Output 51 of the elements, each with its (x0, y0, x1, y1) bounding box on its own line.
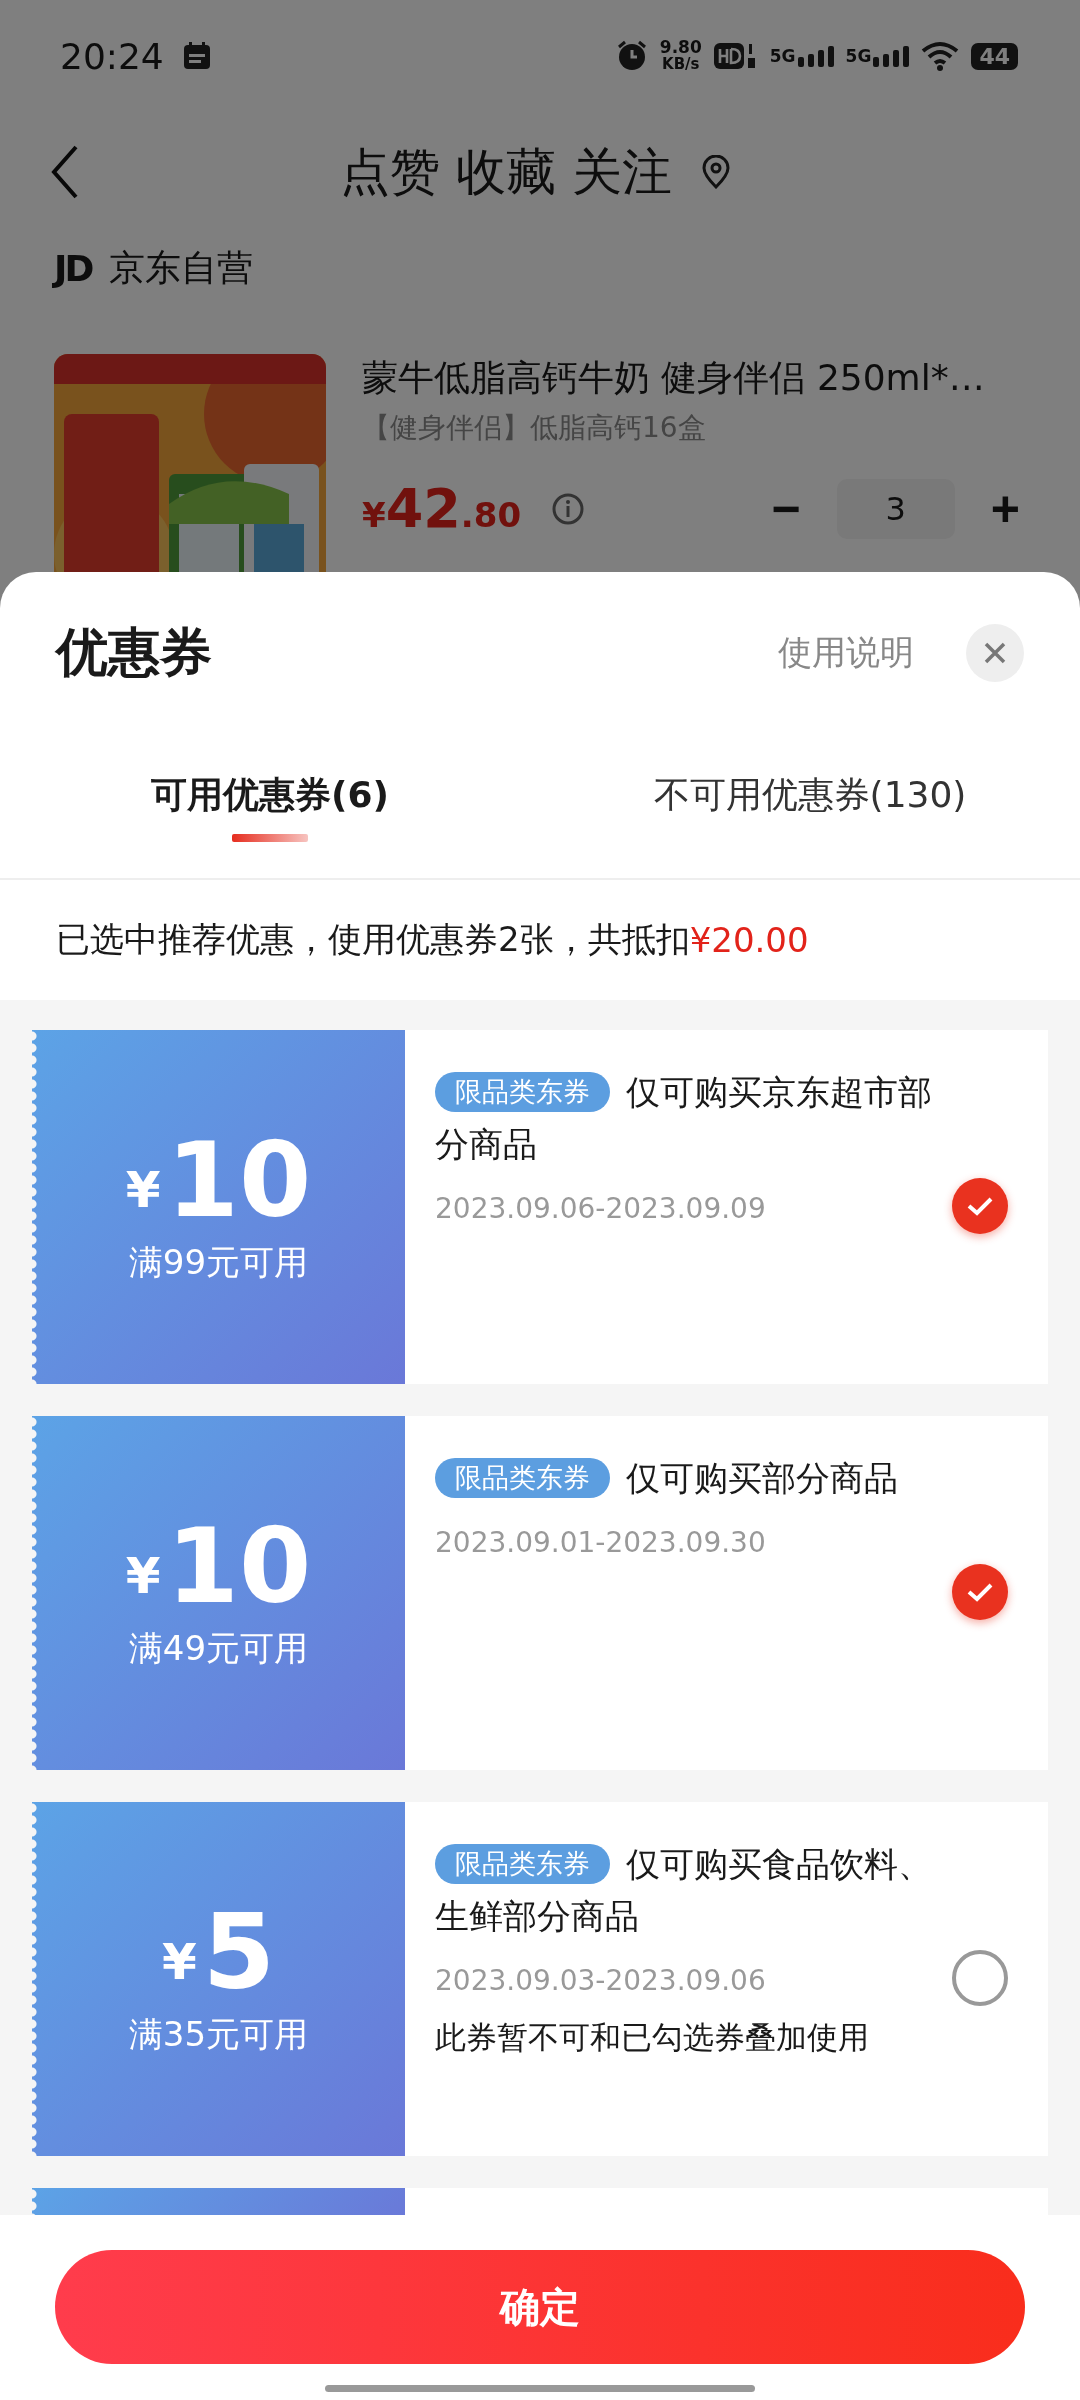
sheet-title: 优惠券 (56, 621, 213, 684)
coupon-tab[interactable]: 不可用优惠券(130) (540, 734, 1080, 878)
quantity-field[interactable]: 3 (836, 478, 955, 539)
check-icon (966, 1581, 994, 1603)
location-pin-icon[interactable] (701, 155, 730, 189)
coupon-note: 此券暂不可和已勾选券叠加使用 (435, 2018, 870, 2057)
calendar-icon (181, 41, 212, 71)
product-title: 蒙牛低脂高钙牛奶 健身伴侣 250ml*… (362, 356, 986, 400)
product-spec: 【健身伴侣】低脂高钙16盒 (362, 410, 707, 446)
close-icon (983, 641, 1007, 665)
hd-icon (713, 41, 758, 71)
status-time: 20:24 (60, 35, 164, 77)
coupon-amount: ¥10 (125, 1514, 312, 1618)
alarm-icon (615, 40, 648, 72)
store-name: 京东自营 (109, 245, 254, 290)
network-type: 5G (769, 46, 796, 66)
page-title: 点赞 收藏 关注 (340, 141, 672, 203)
coupon-card[interactable]: ¥10 满99元可用 限品类东券 仅可购买京东超市部分商品 2023.09.06-2023.09.09 (32, 1030, 1048, 1384)
store-logo: JD (54, 247, 92, 289)
coupon-description: 限品类东券 仅可购买部分商品 (435, 1452, 932, 1504)
signal-icon (797, 45, 834, 67)
info-icon[interactable] (551, 491, 586, 526)
coupon-condition: 满35元可用 (128, 2013, 309, 2056)
coupon-card[interactable]: ¥10 满49元可用 限品类东券 仅可购买部分商品 2023.09.01-2023.09.30 (32, 1416, 1048, 1770)
coupon-dates: 2023.09.03-2023.09.06 (435, 1964, 767, 1997)
usage-instructions-link[interactable]: 使用说明 (778, 630, 914, 676)
increase-button[interactable]: + (982, 479, 1028, 538)
back-icon[interactable] (50, 144, 80, 200)
coupon-checkbox[interactable] (952, 1564, 1008, 1620)
network-speed: 9.80 KB/s (659, 39, 702, 73)
coupon-condition: 满99元可用 (128, 1241, 309, 1284)
coupon-tab[interactable]: 可用优惠券(6) (0, 734, 540, 878)
battery-level: 44 (971, 42, 1018, 70)
coupon-amount: ¥10 (125, 1128, 312, 1232)
coupon-checkbox[interactable] (952, 1950, 1008, 2006)
coupon-dates: 2023.09.01-2023.09.30 (435, 1526, 767, 1559)
coupon-description: 限品类东券 仅可购买京东超市部分商品 (435, 1071, 932, 1166)
confirm-button[interactable]: 确定 (55, 2250, 1025, 2364)
coupon-dates: 2023.09.06-2023.09.09 (435, 1192, 767, 1225)
coupon-condition: 满49元可用 (128, 1627, 309, 1670)
selection-summary: 已选中推荐优惠，使用优惠券2张，共抵扣¥20.00 (55, 918, 810, 962)
decrease-button[interactable]: − (763, 479, 809, 538)
signal-icon (873, 45, 910, 67)
coupon-amount: ¥5 (161, 1900, 276, 2004)
coupon-description: 限品类东券 仅可购买食品饮料、生鲜部分商品 (435, 1843, 932, 1938)
wifi-icon (921, 41, 960, 71)
coupon-card[interactable]: ¥5 满35元可用 限品类东券 仅可购买食品饮料、生鲜部分商品 2023.09.03-2023.09.06 此券暂不可和已勾选券叠加使用 (32, 1802, 1048, 2156)
product-price: ¥42.80 (362, 477, 522, 540)
coupon-checkbox[interactable] (952, 1178, 1008, 1234)
network-type: 5G (845, 46, 872, 66)
check-icon (966, 1195, 994, 1217)
